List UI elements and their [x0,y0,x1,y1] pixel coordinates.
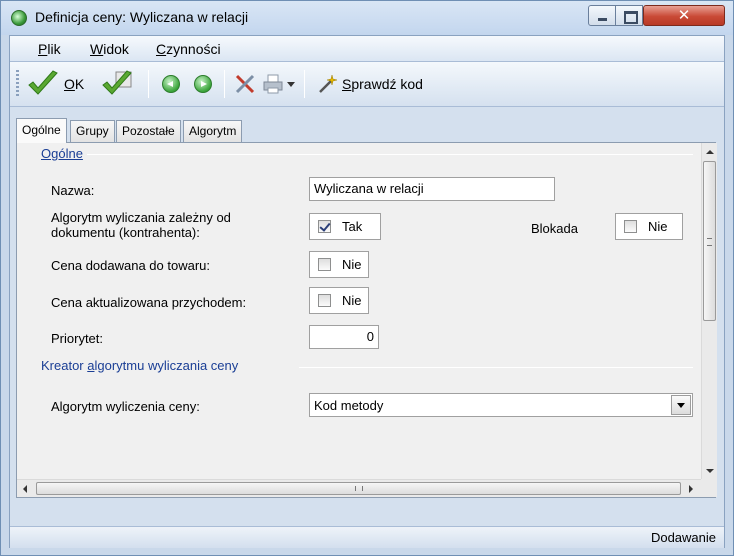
scroll-right-icon[interactable] [689,485,693,493]
algorithm-checkbox-text: Tak [342,219,363,234]
ok-save-check-icon [102,70,132,95]
title-bar[interactable]: Definicja ceny: Wyliczana w relacji ✕ [1,1,733,35]
updated-check-icon [318,294,331,307]
ok-button[interactable]: OK [26,68,84,100]
lock-checkbox-text: Nie [648,219,668,234]
scroll-down-icon[interactable] [706,469,714,473]
maximize-button[interactable] [615,5,643,26]
scroll-up-icon[interactable] [706,150,714,154]
dropdown-arrow-icon [287,82,295,87]
toolbar-grip[interactable] [16,70,19,98]
forward-button[interactable] [194,68,212,100]
back-arrow-icon [162,75,180,93]
back-button[interactable] [162,68,180,100]
client-area: Plik Widok Czynności OK Sprawdź kod Ogól… [9,35,725,548]
status-text: Dodawanie [650,530,716,545]
lock-label: Blokada [531,221,578,236]
tab-pozostale[interactable]: Pozostałe [116,120,181,142]
menu-czynnosci[interactable]: Czynności [156,41,221,57]
print-button[interactable] [262,68,284,100]
menu-plik-mnemonic: P [38,41,48,57]
added-checkbox-text: Nie [342,257,362,272]
updated-label: Cena aktualizowana przychodem: [51,295,247,310]
group-title-creator: Kreator algorytmu wyliczania ceny [41,358,243,373]
tab-algorytm[interactable]: Algorytm [183,120,243,142]
print-icon [263,74,283,94]
algorithm-label-line2: dokumentu (kontrahenta): [51,225,200,240]
method-value: Kod metody [314,398,384,413]
close-button[interactable]: ✕ [643,5,725,26]
lock-checkbox[interactable]: Nie [615,213,683,240]
priority-field[interactable]: 0 [309,325,379,349]
minimize-button[interactable] [588,5,616,26]
window-title: Definicja ceny: Wyliczana w relacji [35,9,249,25]
scroll-corner [701,479,717,497]
check-code-label: Sprawdź kod [342,76,423,92]
name-field[interactable]: Wyliczana w relacji [309,177,555,201]
ok-save-button[interactable] [100,68,134,100]
tab-grupy[interactable]: Grupy [70,120,115,142]
tab-panel-ogolne: Ogólne Nazwa: Wyliczana w relacji Algory… [16,142,717,498]
tools-button[interactable] [234,68,256,100]
menu-widok-label: idok [103,41,129,57]
app-icon [11,10,27,26]
name-label: Nazwa: [51,183,95,198]
ok-label: OK [64,76,85,92]
vertical-scroll-thumb[interactable] [703,161,716,321]
toolbar-separator [224,70,225,98]
group-divider [299,367,693,368]
updated-checkbox[interactable]: Nie [309,287,369,314]
method-label: Algorytm wyliczenia ceny: [51,399,200,414]
check-code-button[interactable]: Sprawdź kod [316,68,423,100]
tools-icon [235,74,255,94]
horizontal-scroll-thumb[interactable] [36,482,681,495]
magic-wand-icon [319,74,338,93]
horizontal-scrollbar[interactable] [17,479,701,497]
algorithm-label-line1: Algorytm wyliczania zależny od [51,210,231,225]
tab-ogolne[interactable]: Ogólne [16,118,67,143]
vertical-scrollbar[interactable] [701,143,717,479]
menu-plik[interactable]: Plik [38,41,61,57]
chevron-down-icon[interactable] [671,395,691,415]
forward-arrow-icon [194,75,212,93]
scroll-left-icon[interactable] [23,485,27,493]
toolbar-separator [148,70,149,98]
toolbar: OK Sprawdź kod [10,62,724,107]
menu-bar: Plik Widok Czynności [10,36,724,62]
group-divider [85,154,693,155]
method-combobox[interactable]: Kod metody [309,393,693,417]
menu-widok[interactable]: Widok [90,41,129,57]
close-icon: ✕ [677,7,691,24]
added-checkbox[interactable]: Nie [309,251,369,278]
status-bar: Dodawanie [10,526,724,548]
added-label: Cena dodawana do towaru: [51,258,211,273]
algorithm-check-icon [318,220,331,233]
menu-widok-mnemonic: W [90,41,104,57]
menu-czynnosci-mnemonic: C [156,41,167,57]
lock-check-icon [624,220,637,233]
priority-label: Priorytet: [51,331,104,346]
menu-plik-label: lik [47,41,61,57]
window: Definicja ceny: Wyliczana w relacji ✕ Pl… [0,0,734,556]
toolbar-separator [304,70,305,98]
algorithm-checkbox[interactable]: Tak [309,213,381,240]
group-title-ogolne: Ogólne [41,146,87,161]
added-check-icon [318,258,331,271]
updated-checkbox-text: Nie [342,293,362,308]
menu-czynnosci-label: zynności [166,41,221,57]
print-dropdown-button[interactable] [286,68,296,100]
ok-check-icon [28,70,58,95]
